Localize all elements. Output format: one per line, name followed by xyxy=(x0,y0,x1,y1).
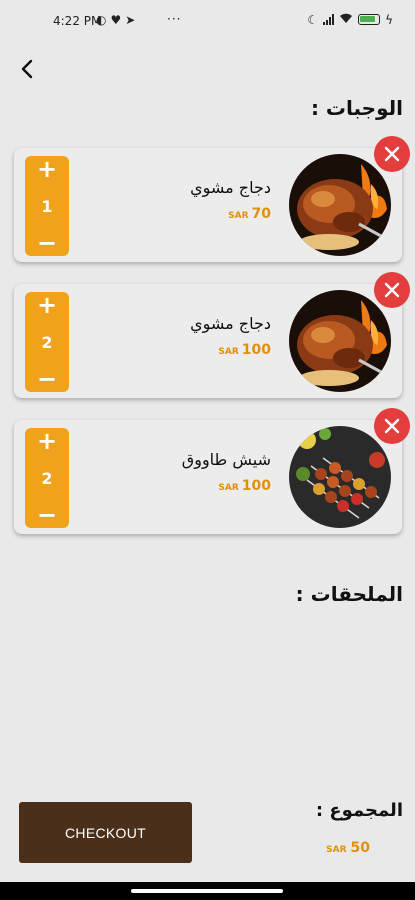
shish-tawook-image xyxy=(289,426,391,528)
currency-label: SAR xyxy=(218,483,239,493)
quantity-value: 2 xyxy=(41,332,53,352)
price-value: 100 xyxy=(241,478,271,494)
addons-section-title: الملحقات : xyxy=(295,582,403,606)
grilled-chicken-image xyxy=(289,154,391,256)
cart-item-card: + 2 − دجاج مشوي SAR 100 xyxy=(14,272,410,398)
currency-label: SAR xyxy=(228,211,249,221)
notification-icons: ◐ ♥ ➤ xyxy=(96,13,135,27)
close-icon xyxy=(384,146,400,162)
price-value: 100 xyxy=(241,342,271,358)
home-indicator[interactable] xyxy=(131,889,283,893)
close-icon xyxy=(384,418,400,434)
back-button[interactable] xyxy=(14,55,42,83)
total-price: SAR 50 xyxy=(326,840,370,856)
grilled-chicken-image xyxy=(289,290,391,392)
total-value: 50 xyxy=(350,840,370,856)
increase-quantity-button[interactable]: + xyxy=(37,292,57,318)
total-label: المجموع : xyxy=(315,800,403,821)
increase-quantity-button[interactable]: + xyxy=(37,428,57,454)
system-icons: ☾ ϟ xyxy=(307,12,393,27)
item-price: SAR 100 xyxy=(218,478,271,494)
app-notification-icon: ◐ xyxy=(96,13,107,27)
heart-icon: ♥ xyxy=(110,13,122,27)
decrease-quantity-button[interactable]: − xyxy=(37,502,57,528)
battery-icon xyxy=(358,14,381,25)
currency-label: SAR xyxy=(326,845,347,855)
increase-quantity-button[interactable]: + xyxy=(37,156,57,182)
currency-label: SAR xyxy=(218,347,239,357)
system-navigation-bar xyxy=(0,882,415,900)
item-price: SAR 100 xyxy=(218,342,271,358)
more-notifications-icon: ··· xyxy=(167,12,182,26)
quantity-stepper: + 1 − xyxy=(25,156,69,256)
charging-icon: ϟ xyxy=(385,12,393,27)
quantity-value: 1 xyxy=(41,196,53,216)
item-price: SAR 70 xyxy=(228,206,271,222)
decrease-quantity-button[interactable]: − xyxy=(37,230,57,256)
signal-icon xyxy=(323,14,335,25)
status-time: 4:22 PM xyxy=(53,14,102,28)
telegram-icon: ➤ xyxy=(125,13,136,27)
remove-item-button[interactable] xyxy=(374,136,410,172)
quantity-value: 2 xyxy=(41,468,53,488)
meals-section-title: الوجبات : xyxy=(310,96,403,120)
cart-item-card: + 2 − شيش طاووق SAR 100 xyxy=(14,408,410,534)
remove-item-button[interactable] xyxy=(374,272,410,308)
quantity-stepper: + 2 − xyxy=(25,292,69,392)
quantity-stepper: + 2 − xyxy=(25,428,69,528)
item-name: دجاج مشوي xyxy=(190,178,271,197)
checkout-button[interactable]: CHECKOUT xyxy=(19,802,192,863)
decrease-quantity-button[interactable]: − xyxy=(37,366,57,392)
price-value: 70 xyxy=(251,206,271,222)
cart-item-card: + 1 − دجاج مشوي SAR 70 xyxy=(14,136,410,262)
close-icon xyxy=(384,282,400,298)
status-bar: 4:22 PM ◐ ♥ ➤ ··· ☾ ϟ xyxy=(0,0,415,40)
moon-icon: ☾ xyxy=(307,12,319,27)
chevron-left-icon xyxy=(21,59,33,79)
remove-item-button[interactable] xyxy=(374,408,410,444)
wifi-icon xyxy=(339,12,353,27)
item-name: شيش طاووق xyxy=(181,450,271,469)
item-name: دجاج مشوي xyxy=(190,314,271,333)
